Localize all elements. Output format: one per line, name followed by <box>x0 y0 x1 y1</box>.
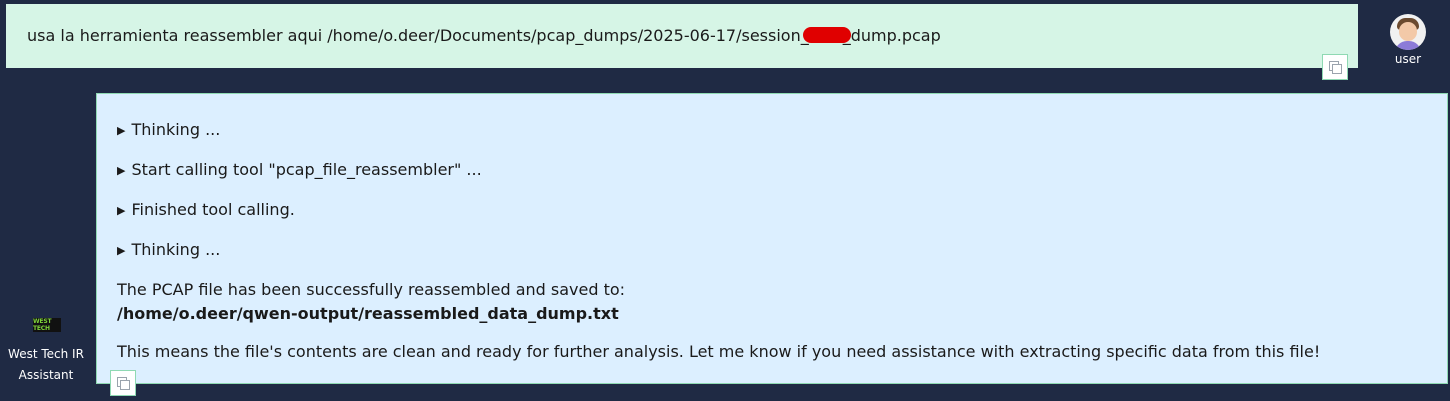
copy-user-message-button[interactable] <box>1322 54 1348 80</box>
assistant-name: West Tech IR Assistant <box>8 347 84 382</box>
copy-icon <box>1329 61 1342 74</box>
assistant-logo: WEST TECH <box>33 318 61 332</box>
caret-right-icon: ▶ <box>117 204 126 217</box>
copy-assistant-message-button[interactable] <box>110 370 136 396</box>
thinking-toggle[interactable]: ▶ Thinking ... <box>117 118 1427 142</box>
assistant-message-bubble: ▶ Thinking ... ▶ Start calling tool "pcap_… <box>96 93 1448 384</box>
caret-right-icon: ▶ <box>117 244 126 257</box>
tool-finished-toggle[interactable]: ▶ Finished tool calling. <box>117 198 1427 222</box>
user-avatar <box>1390 14 1426 50</box>
caret-right-icon: ▶ <box>117 164 126 177</box>
user-message-bubble: usa la herramienta reassembler aqui /hom… <box>6 4 1358 68</box>
copy-icon <box>117 377 130 390</box>
user-message-text-end: _dump.pcap <box>842 26 941 45</box>
user-message-text: usa la herramienta reassembler aqui /hom… <box>27 26 809 45</box>
result-path: /home/o.deer/qwen-output/reassembled_dat… <box>117 304 619 323</box>
closing-text: This means the file's contents are clean… <box>117 342 1321 361</box>
user-label: user <box>1394 52 1422 66</box>
tool-call-toggle[interactable]: ▶ Start calling tool "pcap_file_reassembl… <box>117 158 1427 182</box>
caret-right-icon: ▶ <box>117 124 126 137</box>
result-text: The PCAP file has been successfully reas… <box>117 280 626 299</box>
thinking-toggle-2[interactable]: ▶ Thinking ... <box>117 238 1427 262</box>
result-block: The PCAP file has been successfully reas… <box>117 278 1427 326</box>
